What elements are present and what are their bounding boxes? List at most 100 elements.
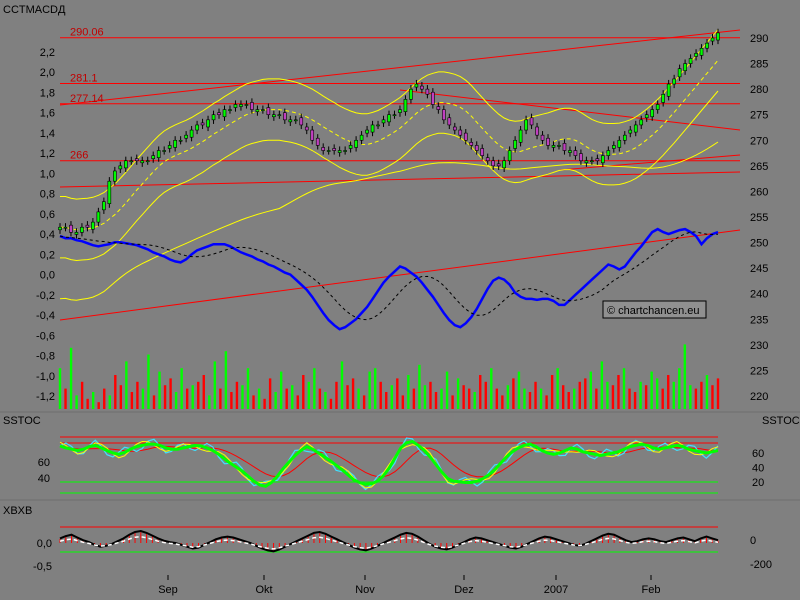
axis-tick-label: 255 [750,212,768,224]
candle-body [310,129,315,141]
sstoc-panel-title-right: SSTOC [762,415,800,427]
candle-body [436,106,441,110]
volume-bar [401,395,405,409]
candle-body [502,160,506,169]
volume-bar [208,395,211,409]
volume-bar [396,378,399,409]
volume-bar [224,351,228,409]
candle-body [458,129,463,136]
candle-body [63,226,68,229]
candle-body [463,132,468,141]
candle-body [595,158,600,162]
volume-bar [274,392,277,409]
candle-body [228,109,232,111]
candle-body [113,170,117,182]
candle-body [452,126,457,131]
axis-tick-label: 0,0 [40,270,55,282]
candle-body [140,160,145,164]
candle-body [699,47,704,56]
candle-body [705,42,709,49]
volume-bar [296,395,299,409]
candle-body [694,53,698,57]
candle-body [217,112,221,116]
volume-bar [202,375,205,409]
volume-bar [385,392,388,409]
volume-bar [324,392,327,409]
volume-bar [561,385,565,409]
candle-body [145,160,150,163]
volume-bar [506,385,510,409]
volume-bar [418,364,421,409]
axis-tick-label: 280 [750,84,768,96]
volume-bar [97,402,100,409]
volume-bar [357,388,360,409]
axis-tick-label: -1,0 [36,371,55,383]
volume-bar [169,378,172,409]
candle-body [74,232,79,235]
candle-body [710,37,715,42]
candle-body [211,114,216,121]
candle-body [666,83,671,97]
volume-bar [163,385,167,409]
candle-body [293,119,298,122]
volume-bar [434,392,438,409]
candle-body [343,150,347,152]
volume-bar [456,378,460,409]
candle-body [283,112,287,121]
volume-bar [219,388,222,409]
candle-body [195,124,199,131]
axis-tick-label: 250 [750,238,768,250]
candle-body [590,160,594,163]
volume-bar [716,378,720,409]
candle-body [315,137,320,146]
volume-bar [174,392,178,409]
candle-body [392,114,397,117]
axis-tick-label: 0,2 [40,249,55,261]
volume-bar [595,388,598,409]
candle-body [189,129,194,138]
candle-body [376,124,380,127]
volume-bar [108,395,111,409]
candle-body [672,78,676,85]
volume-bar [268,378,272,409]
volume-bar [584,378,587,409]
candle-body [370,124,375,133]
axis-tick-label: 285 [750,59,768,71]
main-panel-title: CCTMACDД [3,4,66,16]
axis-tick-label: 265 [750,161,768,173]
axis-tick-label: -0,5 [33,561,52,573]
candle-body [354,139,358,148]
candle-body [200,122,205,126]
axis-tick-label: 230 [750,340,768,352]
candle-body [359,134,364,141]
axis-tick-label: 235 [750,314,768,326]
candle-body [239,104,243,107]
sstoc-panel-title-left: SSTOC [3,415,41,427]
candle-body [612,145,616,149]
sstoc-right-axis: 60 40 20 [752,448,764,489]
volume-bar [689,385,692,409]
volume-bar [246,368,250,409]
volume-bar [440,388,443,409]
candle-body [124,160,128,169]
candle-body [244,104,249,106]
candle-body [469,142,474,146]
candle-body [206,119,210,128]
candle-body [102,201,106,211]
volume-bar [550,375,554,409]
candle-body [480,148,485,156]
axis-tick-label: -0,8 [36,351,55,363]
candle-body [403,99,408,112]
volume-bar [197,381,200,409]
volume-bar [69,347,73,409]
volume-bar [678,368,681,409]
candle-body [178,139,183,142]
axis-tick-label: 2,2 [40,47,55,59]
axis-tick-label: -0,2 [36,290,55,302]
candle-body [167,145,172,149]
volume-bar [390,385,393,409]
candle-body [425,88,430,95]
volume-bar [545,395,548,409]
volume-bar [346,385,349,409]
volume-bar [655,378,659,409]
